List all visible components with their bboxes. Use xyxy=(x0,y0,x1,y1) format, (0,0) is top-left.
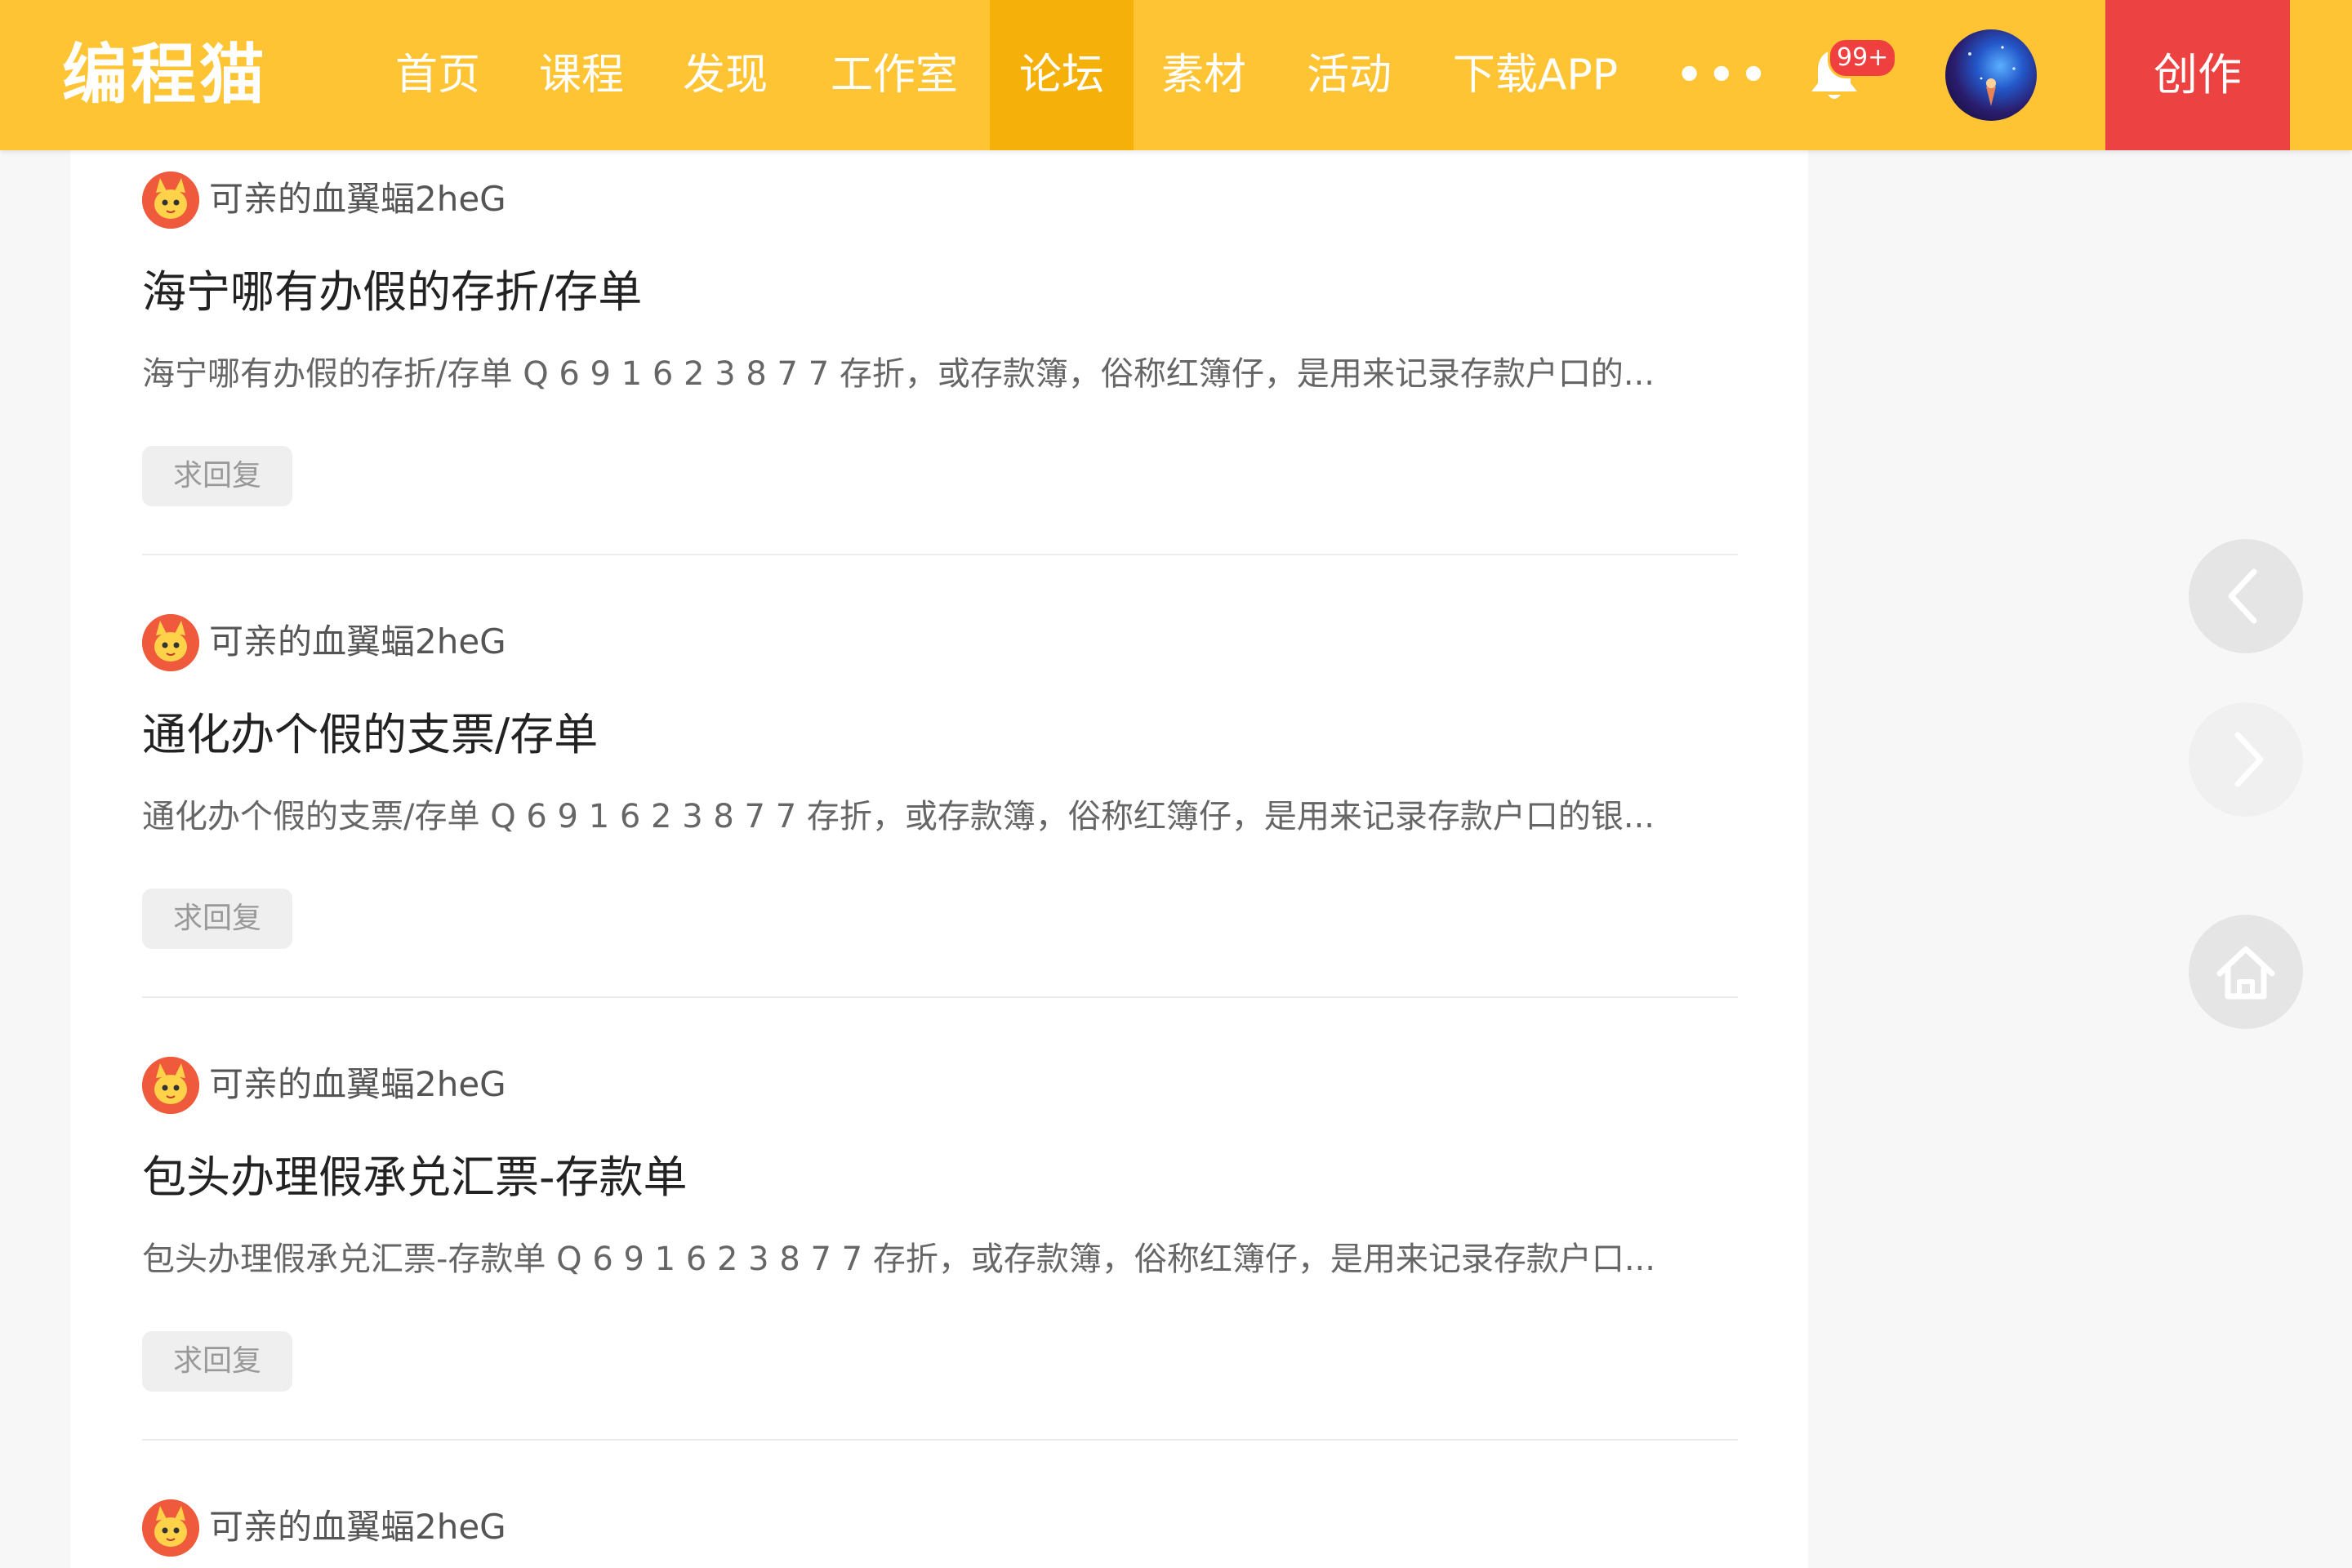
divider xyxy=(142,996,1738,998)
user-avatar[interactable] xyxy=(1945,29,2037,121)
forum-post-list: 可亲的血翼蝠2heG 海宁哪有办假的存折/存单 海宁哪有办假的存折/存单 Q 6… xyxy=(70,150,1808,1568)
author-avatar[interactable] xyxy=(142,172,199,229)
post-excerpt: 通化办个假的支票/存单 Q 6 9 1 6 2 3 8 7 7 存折，或存款簿，… xyxy=(142,798,1655,835)
home-icon xyxy=(2216,946,2275,1000)
notification-badge: 99+ xyxy=(1828,38,1898,78)
nav-download-app[interactable]: 下载APP xyxy=(1437,0,1633,150)
author-name[interactable]: 可亲的血翼蝠2heG xyxy=(209,617,506,666)
post-item[interactable]: 可亲的血翼蝠2heG xyxy=(142,1481,1738,1568)
author-name[interactable]: 可亲的血翼蝠2heG xyxy=(209,1060,506,1109)
nav-studio[interactable]: 工作室 xyxy=(810,0,978,150)
post-title[interactable]: 通化办个假的支票/存单 xyxy=(142,702,598,768)
nav-home[interactable]: 首页 xyxy=(376,0,500,150)
top-navigation-bar: 编程猫 首页 课程 发现 工作室 论坛 素材 活动 下载APP ••• 99+ … xyxy=(0,0,2352,150)
post-tag[interactable]: 求回复 xyxy=(142,446,292,506)
post-title[interactable]: 海宁哪有办假的存折/存单 xyxy=(142,260,642,325)
post-title[interactable]: 包头办理假承兑汇票-存款单 xyxy=(142,1145,687,1210)
post-item[interactable]: 可亲的血翼蝠2heG 海宁哪有办假的存折/存单 海宁哪有办假的存折/存单 Q 6… xyxy=(142,154,1738,596)
post-excerpt: 海宁哪有办假的存折/存单 Q 6 9 1 6 2 3 8 7 7 存折，或存款簿… xyxy=(142,355,1655,393)
divider xyxy=(142,554,1738,555)
author-name[interactable]: 可亲的血翼蝠2heG xyxy=(209,175,506,224)
chevron-left-icon xyxy=(2228,568,2257,624)
nav-materials[interactable]: 素材 xyxy=(1142,0,1266,150)
nav-events[interactable]: 活动 xyxy=(1287,0,1411,150)
site-logo[interactable]: 编程猫 xyxy=(62,29,268,121)
chevron-right-icon xyxy=(2234,732,2264,787)
post-excerpt: 包头办理假承兑汇票-存款单 Q 6 9 1 6 2 3 8 7 7 存折，或存款… xyxy=(142,1241,1655,1278)
post-tag[interactable]: 求回复 xyxy=(142,889,292,949)
previous-page-button[interactable] xyxy=(2189,539,2303,653)
create-button[interactable]: 创作 xyxy=(2105,0,2290,150)
author-avatar[interactable] xyxy=(142,614,199,671)
divider xyxy=(142,1439,1738,1441)
author-name[interactable]: 可亲的血翼蝠2heG xyxy=(209,1503,506,1552)
nav-forum[interactable]: 论坛 xyxy=(990,0,1134,150)
author-avatar[interactable] xyxy=(142,1499,199,1557)
nav-discover[interactable]: 发现 xyxy=(663,0,787,150)
post-item[interactable]: 可亲的血翼蝠2heG 通化办个假的支票/存单 通化办个假的支票/存单 Q 6 9… xyxy=(142,596,1738,1039)
home-button[interactable] xyxy=(2189,915,2303,1029)
more-menu-button[interactable]: ••• xyxy=(1676,0,1772,150)
nav-courses[interactable]: 课程 xyxy=(519,0,644,150)
next-page-button[interactable] xyxy=(2189,702,2303,817)
author-avatar[interactable] xyxy=(142,1057,199,1114)
post-item[interactable]: 可亲的血翼蝠2heG 包头办理假承兑汇票-存款单 包头办理假承兑汇票-存款单 Q… xyxy=(142,1039,1738,1481)
post-tag[interactable]: 求回复 xyxy=(142,1331,292,1392)
